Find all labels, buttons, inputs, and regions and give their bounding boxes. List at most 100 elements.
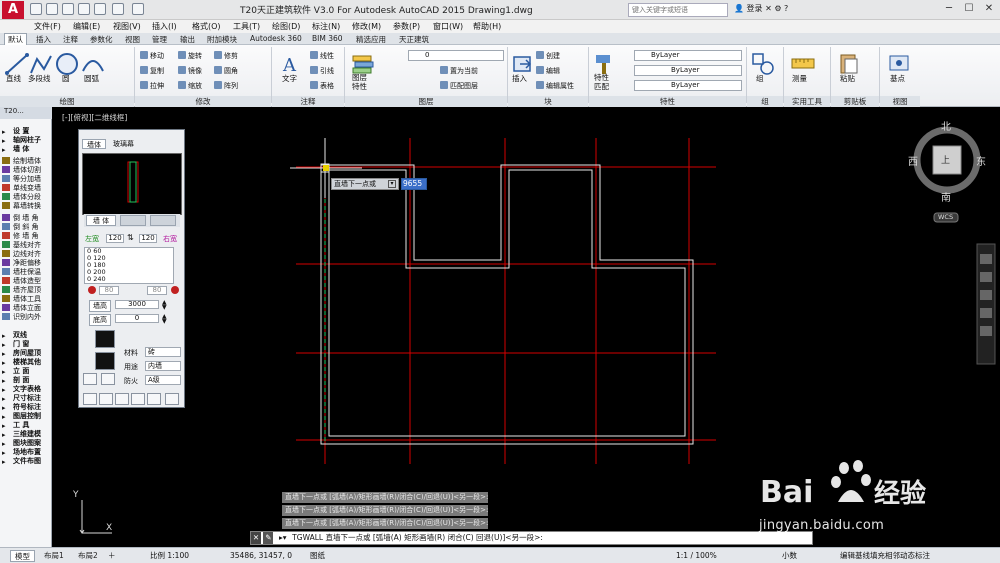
match-properties-label[interactable]: 特性匹配 <box>594 73 616 91</box>
wall-height-stepper[interactable]: ▲ ▼ <box>162 300 167 311</box>
command-recent-icon[interactable]: ▸▾ <box>276 532 290 544</box>
palette-item[interactable]: 幕墙转换 <box>2 202 41 211</box>
palette-item[interactable]: 边线对齐 <box>2 250 41 259</box>
group-panel-title[interactable]: 组 <box>747 96 783 107</box>
right-offset-input[interactable]: 80 <box>147 286 167 295</box>
palette-header[interactable]: T20... <box>0 107 52 119</box>
viewport-controls[interactable]: [-][俯视][二维线框] <box>62 112 127 123</box>
palette-item[interactable]: 识别内外 <box>2 313 41 322</box>
lineweight-combo[interactable]: ByLayer <box>634 80 742 91</box>
palette-item[interactable]: ▸ 房间屋顶 <box>2 349 41 358</box>
palette-item[interactable]: ▸ 符号标注 <box>2 403 41 412</box>
make-current-button[interactable]: 置为当前 <box>440 66 478 76</box>
palette-item[interactable]: ▸ 图块图案 <box>2 439 41 448</box>
clipboard-panel-title[interactable]: 剪贴板 <box>831 96 879 107</box>
palette-item[interactable]: 绘制墙体 <box>2 157 41 166</box>
search-input[interactable] <box>628 3 728 17</box>
base-height-input[interactable]: 0 <box>115 314 159 323</box>
open-file-icon[interactable] <box>46 3 58 15</box>
pick-line-mode-icon[interactable] <box>131 393 145 405</box>
palette-item[interactable]: ▸ 墙 体 <box>2 145 29 154</box>
palette-item[interactable]: 墙体分段 <box>2 193 41 202</box>
width-list[interactable]: 0 60 0 120 0 180 0 200 0 240 <box>84 247 174 284</box>
dynamic-input-value[interactable]: 9655 <box>401 178 427 190</box>
modify-panel-title[interactable]: 修改 <box>135 96 271 107</box>
palette-item[interactable]: ▸ 设 置 <box>2 127 29 136</box>
maximize-icon[interactable]: ☐ <box>960 1 978 17</box>
print-icon[interactable] <box>94 3 106 15</box>
menu-insert[interactable]: 插入(I) <box>152 21 177 32</box>
block-panel-title[interactable]: 块 <box>508 96 588 107</box>
arc-wall-mode-icon[interactable] <box>115 393 129 405</box>
create-block-button[interactable]: 创建 <box>536 51 560 61</box>
tab-parametric[interactable]: 参数化 <box>90 34 113 45</box>
tab-annotate[interactable]: 注释 <box>63 34 78 45</box>
palette-item[interactable]: 净距偏移 <box>2 259 41 268</box>
menu-file[interactable]: 文件(F) <box>34 21 61 32</box>
zoom-scale[interactable]: 1:1 / 100% <box>676 550 717 562</box>
view-panel-title[interactable]: 视图 <box>880 96 920 107</box>
menu-draw[interactable]: 绘图(D) <box>272 21 300 32</box>
wall-style-icon[interactable] <box>95 352 115 370</box>
viewcube[interactable] <box>913 126 981 223</box>
viewcube-top-label[interactable]: 上 <box>941 153 950 166</box>
clear-right-icon[interactable] <box>171 286 179 294</box>
palette-item[interactable]: 墙体切割 <box>2 166 41 175</box>
copy-button[interactable]: 复制 <box>140 66 164 76</box>
fire-rating-select[interactable]: A级 <box>145 375 181 385</box>
subtab-wall[interactable]: 墙 体 <box>86 215 116 226</box>
palette-item[interactable]: ▸ 立 面 <box>2 367 29 376</box>
menu-parametric[interactable]: 参数(P) <box>393 21 420 32</box>
insert-label[interactable]: 插入 <box>512 73 527 84</box>
palette-item[interactable]: 单线变墙 <box>2 184 41 193</box>
base-label[interactable]: 基点 <box>890 73 905 84</box>
menu-window[interactable]: 窗口(W) <box>433 21 463 32</box>
utilities-panel-title[interactable]: 实用工具 <box>784 96 830 107</box>
dynamic-prompt-arrow-icon[interactable]: ▾ <box>388 180 396 188</box>
undo-icon[interactable] <box>112 3 124 15</box>
palette-item[interactable]: ▸ 工 具 <box>2 421 29 430</box>
rect-wall-mode-icon[interactable] <box>99 393 113 405</box>
tab-featured[interactable]: 精选应用 <box>356 34 386 45</box>
edit-attr-button[interactable]: 编辑属性 <box>536 81 574 91</box>
palette-item[interactable]: ▸ 轴网柱子 <box>2 136 41 145</box>
scale-button[interactable]: 缩放 <box>178 81 202 91</box>
tab-layout2[interactable]: 布局2 <box>74 550 102 562</box>
menu-view[interactable]: 视图(V) <box>113 21 141 32</box>
tab-view[interactable]: 视图 <box>125 34 140 45</box>
command-line[interactable]: ✕ ✎ ▸▾ TGWALL 直墙下一点或 [弧墙(A) 矩形画墙(R) 闭合(C… <box>250 531 813 545</box>
stretch-button[interactable]: 拉伸 <box>140 81 164 91</box>
clear-left-icon[interactable] <box>88 286 96 294</box>
wall-height-input[interactable]: 3000 <box>115 300 159 309</box>
menu-edit[interactable]: 编辑(E) <box>73 21 100 32</box>
save-as-icon[interactable] <box>78 3 90 15</box>
properties-panel-title[interactable]: 特性 <box>589 96 746 107</box>
tab-insert[interactable]: 插入 <box>36 34 51 45</box>
tab-default[interactable]: 默认 <box>4 33 27 45</box>
palette-item[interactable]: 墙体造型 <box>2 277 41 286</box>
a360-icon[interactable]: ⚙ <box>774 4 781 13</box>
eyedropper-icon[interactable] <box>147 393 161 405</box>
edit-block-button[interactable]: 编辑 <box>536 66 560 76</box>
palette-item[interactable]: ▸ 文字表格 <box>2 385 41 394</box>
wall-hatch-icon[interactable] <box>95 330 115 348</box>
mirror-button[interactable]: 镜像 <box>178 66 202 76</box>
circle-label[interactable]: 圆 <box>62 73 70 84</box>
command-settings-icon[interactable]: ✎ <box>263 532 274 544</box>
palette-item[interactable]: 倒 斜 角 <box>2 223 38 232</box>
palette-item[interactable]: 墙齐屋顶 <box>2 286 41 295</box>
draw-panel-title[interactable]: 绘图 <box>0 96 134 107</box>
base-height-stepper[interactable]: ▲ ▼ <box>162 314 167 325</box>
palette-item[interactable]: ▸ 场地布置 <box>2 448 41 457</box>
palette-item[interactable]: 墙柱保温 <box>2 268 41 277</box>
swap-icon[interactable]: ⇅ <box>127 233 134 242</box>
menu-tools[interactable]: 工具(T) <box>233 21 260 32</box>
palette-item[interactable]: 墙体工具 <box>2 295 41 304</box>
app-logo-icon[interactable]: A <box>2 1 24 19</box>
model-space-label[interactable]: 图纸 <box>310 550 325 562</box>
add-layout-icon[interactable]: ＋ <box>108 550 116 562</box>
left-width-input[interactable]: 120 <box>106 234 124 243</box>
right-width-input[interactable]: 120 <box>139 234 157 243</box>
usage-select[interactable]: 内墙 <box>145 361 181 371</box>
tab-glass-curtain[interactable]: 玻璃幕 <box>109 139 138 149</box>
